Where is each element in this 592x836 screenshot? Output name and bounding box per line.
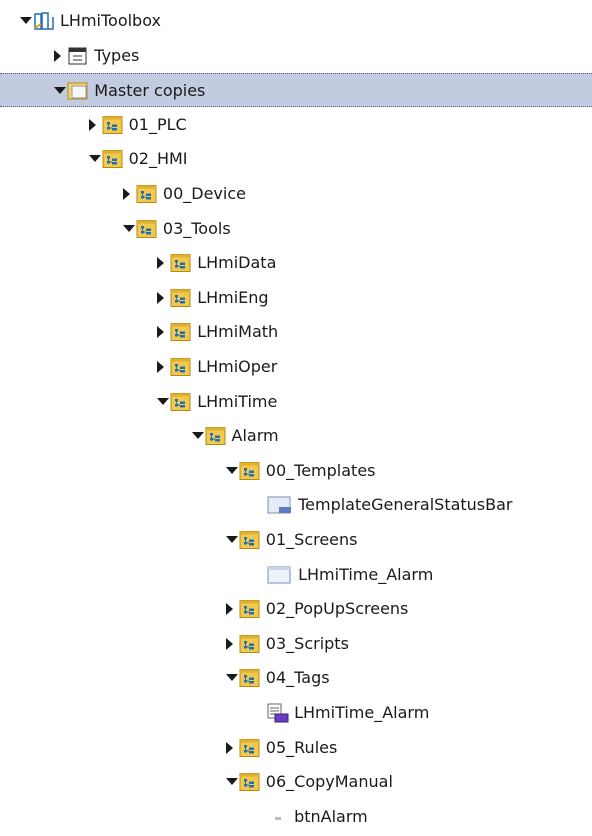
collapse-triangle-icon[interactable] — [225, 637, 233, 650]
tree-row[interactable]: 06_CopyManual — [0, 765, 592, 799]
tree-item-label: LHmiData — [197, 253, 277, 273]
expand-triangle-icon[interactable] — [225, 466, 238, 474]
tree-row[interactable]: LHmiTime — [0, 385, 592, 419]
group-folder-icon — [170, 357, 192, 381]
tree-item-label: LHmiTime_Alarm — [298, 564, 434, 584]
collapse-triangle-icon[interactable] — [54, 49, 62, 62]
collapse-triangle-icon[interactable] — [88, 118, 96, 131]
group-folder-icon — [239, 738, 261, 762]
tree-row[interactable]: 00_Device — [0, 177, 592, 211]
tree-item-label: LHmiTime_Alarm — [294, 703, 430, 722]
group-folder-icon — [102, 115, 124, 139]
tree-item-label: 01_PLC — [128, 114, 187, 134]
expand-triangle-icon[interactable] — [191, 432, 204, 440]
tree-item-label: LHmiTime — [197, 391, 278, 411]
tree-row[interactable]: Types — [0, 39, 592, 73]
group-folder-icon — [170, 288, 192, 312]
library-tree: LHmiToolbox Types Master copies 01_PLC 02_HM… — [0, 0, 592, 836]
expand-triangle-icon[interactable] — [54, 87, 67, 95]
expand-triangle-icon[interactable] — [157, 397, 170, 405]
tree-item-label: 06_CopyManual — [265, 772, 393, 792]
tree-item-label: LHmiOper — [197, 357, 278, 376]
tree-row[interactable]: Alarm — [0, 419, 592, 453]
tree-item-label: 01_Screens — [265, 530, 358, 549]
tree-item-label: Alarm — [231, 426, 279, 446]
types-icon — [67, 46, 89, 70]
tree-item-label: LHmiEng — [197, 287, 269, 307]
group-folder-icon — [170, 253, 192, 277]
group-folder-icon — [239, 668, 261, 692]
group-folder-icon — [170, 392, 192, 416]
collapse-triangle-icon[interactable] — [225, 603, 233, 616]
tree-row[interactable]: 03_Tools — [0, 212, 592, 246]
group-folder-icon — [239, 599, 261, 623]
screen-icon — [267, 565, 293, 589]
group-folder-icon — [136, 184, 158, 208]
group-folder-icon — [102, 149, 124, 173]
tree-row[interactable]: LHmiEng — [0, 281, 592, 315]
expand-triangle-icon[interactable] — [225, 674, 238, 682]
group-folder-icon — [239, 530, 261, 554]
tree-item-label: 00_Device — [162, 184, 246, 203]
expand-triangle-icon[interactable] — [122, 224, 135, 232]
tag-table-icon — [267, 703, 289, 727]
group-folder-icon — [170, 322, 192, 346]
master-copies-folder-icon — [67, 81, 89, 105]
tree-item-label: 03_Tools — [162, 218, 231, 238]
tree-row[interactable]: LHmiTime_Alarm — [0, 696, 592, 730]
tree-row[interactable]: Master copies — [0, 73, 592, 108]
collapse-triangle-icon[interactable] — [157, 291, 165, 304]
collapse-triangle-icon[interactable] — [122, 188, 130, 200]
tree-item-label: 04_Tags — [265, 668, 330, 688]
group-folder-icon — [136, 219, 158, 243]
tree-item-label: Types — [94, 45, 140, 65]
expand-triangle-icon[interactable] — [225, 536, 238, 543]
tree-item-label: btnAlarm — [294, 806, 368, 826]
tree-row[interactable]: 02_HMI — [0, 142, 592, 176]
expand-triangle-icon[interactable] — [225, 778, 238, 786]
tree-item-label: 02_HMI — [128, 149, 188, 169]
tree-item-label: LHmiMath — [197, 322, 279, 342]
tree-row[interactable]: 01_PLC — [0, 108, 592, 142]
tree-item-label: 05_Rules — [265, 737, 338, 757]
tree-item-label: 03_Scripts — [265, 633, 349, 653]
tree-item-label: 02_PopUpScreens — [265, 599, 409, 619]
expand-triangle-icon[interactable] — [20, 17, 32, 24]
collapse-triangle-icon[interactable] — [157, 257, 165, 270]
collapse-triangle-icon[interactable] — [157, 326, 165, 339]
button-object-icon — [267, 807, 289, 831]
tree-row[interactable]: btnAlarm — [0, 800, 592, 834]
tree-row[interactable]: 00_Templates — [0, 454, 592, 488]
template-icon — [267, 495, 293, 519]
tree-row[interactable]: 04_Tags — [0, 661, 592, 695]
tree-row[interactable]: 02_PopUpScreens — [0, 592, 592, 626]
tree-row[interactable]: LHmiData — [0, 246, 592, 280]
tree-row[interactable]: TemplateGeneralStatusBar — [0, 488, 592, 522]
group-folder-icon — [239, 634, 261, 658]
collapse-triangle-icon[interactable] — [225, 741, 233, 754]
tree-row[interactable]: 05_Rules — [0, 731, 592, 765]
group-folder-icon — [205, 426, 227, 450]
tree-row[interactable]: 03_Scripts — [0, 627, 592, 661]
tree-item-label: TemplateGeneralStatusBar — [298, 495, 513, 515]
tree-row[interactable]: LHmiTime_Alarm — [0, 558, 592, 592]
tree-row[interactable]: LHmiMath — [0, 315, 592, 349]
tree-row[interactable]: 01_Screens — [0, 523, 592, 557]
tree-item-label: 00_Templates — [265, 460, 376, 480]
group-folder-icon — [239, 772, 261, 796]
collapse-triangle-icon[interactable] — [157, 361, 165, 373]
tree-row[interactable]: LHmiOper — [0, 350, 592, 384]
group-folder-icon — [239, 461, 261, 485]
tree-item-label: LHmiToolbox — [60, 11, 161, 30]
expand-triangle-icon[interactable] — [88, 155, 101, 163]
tree-row[interactable]: LHmiToolbox — [0, 4, 592, 38]
tree-item-label: Master copies — [94, 81, 206, 101]
library-icon — [33, 11, 55, 35]
